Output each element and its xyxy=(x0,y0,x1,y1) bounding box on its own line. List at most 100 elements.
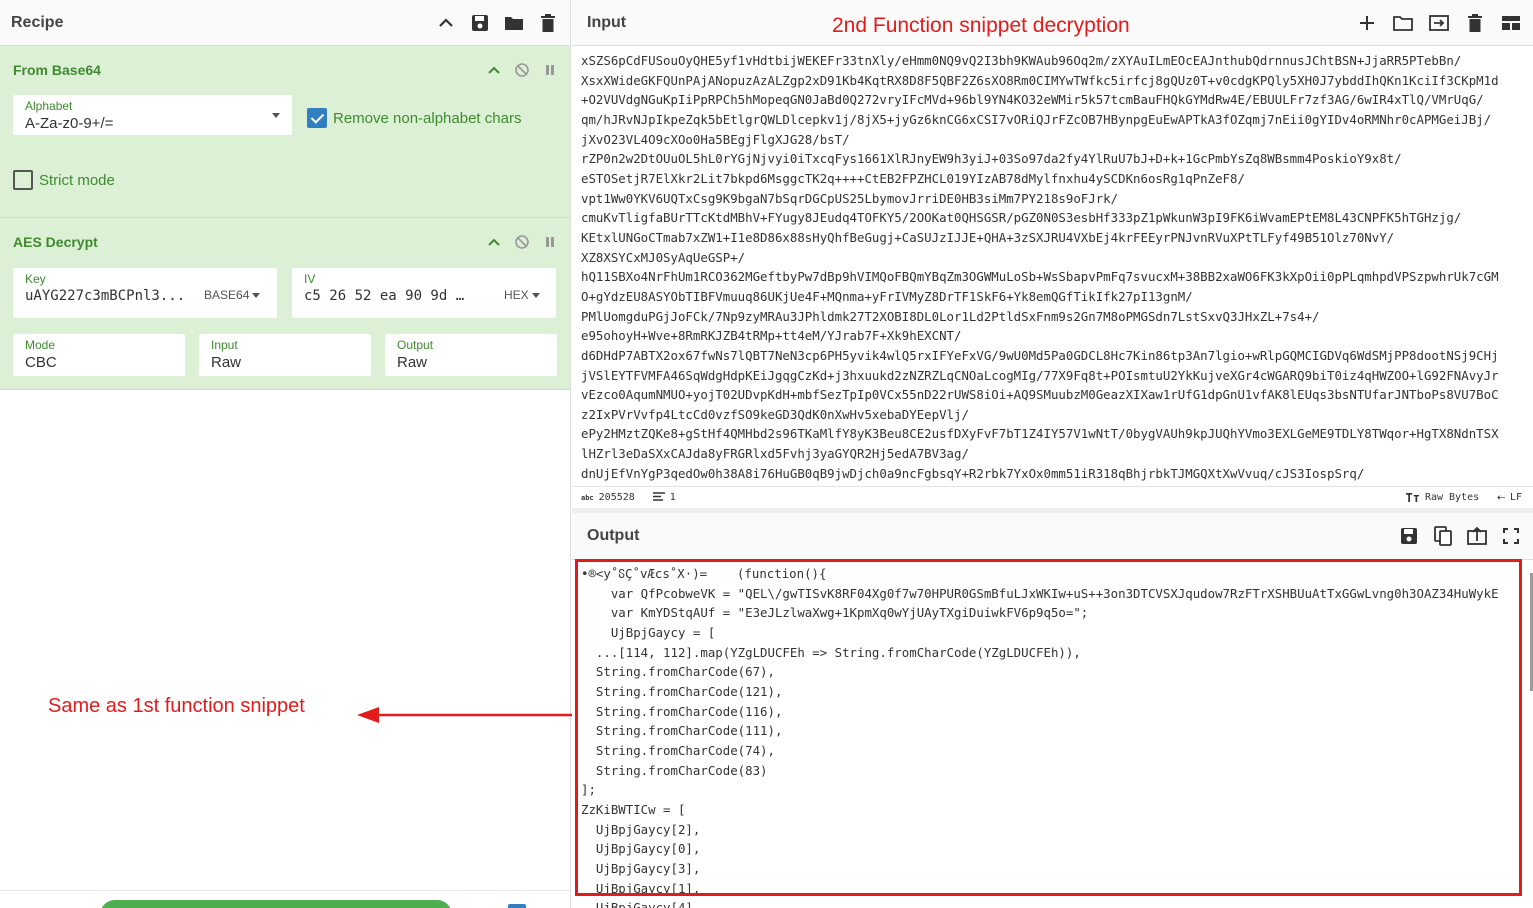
output-header: Output xyxy=(572,513,1533,560)
input-line: jVSlEYTFVMFA46SqWdgHdpKEiJgqgCzKd+j3hxuu… xyxy=(581,367,1499,383)
output-line: String.fromCharCode(111), xyxy=(581,723,783,739)
load-recipe-folder-icon[interactable] xyxy=(503,12,525,34)
output-line: UjBpjGaycy[3], xyxy=(581,860,701,876)
add-tab-plus-icon[interactable] xyxy=(1356,12,1378,34)
key-input[interactable]: Key uAYG227c3mBCPnl3... BASE64 xyxy=(13,268,277,318)
input-line: xSZS6pCdFUSouOyQHE5yf1vHdtbijWEKEFr33tnX… xyxy=(581,53,1462,68)
key-format-dropdown[interactable]: BASE64 xyxy=(204,288,261,302)
output-line: ZzKiBWTICw = [ xyxy=(581,801,686,817)
chevron-down-icon xyxy=(531,293,540,299)
strict-mode-label: Strict mode xyxy=(39,171,115,189)
output-line: String.fromCharCode(83) xyxy=(581,762,768,778)
annotation-same-as-first: Same as 1st function snippet xyxy=(48,695,305,717)
input-line: hQ11SBXo4NrFhUm1RCO362MGeftbyPw7dBp9hVIM… xyxy=(581,269,1499,285)
output-line: ]; xyxy=(581,782,596,798)
layout-icon[interactable] xyxy=(1500,12,1522,34)
input-line: O+gYdzEU8ASYObTIBFVmuuq86UKjUe4F+MQnma+y… xyxy=(581,288,1193,304)
input-line: vpt1Ww0YKV6UQTxCsg9K9bgaN7bSqrDGCpUS25Lb… xyxy=(581,190,1119,206)
bake-button[interactable] xyxy=(100,900,452,908)
lines-status: 1 xyxy=(652,491,676,504)
iv-format-dropdown[interactable]: HEX xyxy=(504,288,540,302)
output-textarea[interactable]: •®<y˚ჽÇ˚vÆcs˚X·)= (function(){ var QfPco… xyxy=(572,564,1521,908)
input-status-bar: abc 205528 1 Tт Raw Bytes ⇠ LF xyxy=(572,486,1533,508)
output-line: var KmYDStqAUf = "E3eJLzlwaXwg+1KpmXq0wY… xyxy=(581,605,1089,621)
eol-arrow-icon: ⇠ xyxy=(1497,490,1505,505)
input-line: lHZrl3eDaSXxCAJda8yFRGRlxd5Fvhj3yaGYQR2H… xyxy=(581,446,969,462)
recipe-title: Recipe xyxy=(11,13,64,31)
alphabet-select[interactable]: Alphabet A-Za-z0-9+/= xyxy=(13,95,292,135)
op-aes-decrypt[interactable]: AES Decrypt Key uAYG227c3mBCPnl3... BASE… xyxy=(0,218,570,390)
pause-op-icon[interactable] xyxy=(543,235,557,249)
annotation-second-snippet: 2nd Function snippet decryption xyxy=(832,14,1130,37)
save-recipe-icon[interactable] xyxy=(469,12,491,34)
clear-input-trash-icon[interactable] xyxy=(1464,12,1486,34)
output-line: var QfPcobweVK = "QEL\/gwTISvK8RF04Xg0f7… xyxy=(581,585,1499,601)
strict-mode-checkbox[interactable]: Strict mode xyxy=(13,170,115,190)
chevron-up-icon[interactable] xyxy=(487,235,501,249)
checkbox-checked-icon[interactable] xyxy=(307,108,327,128)
recipe-bottom-divider xyxy=(0,890,571,891)
encoding-status[interactable]: Tт Raw Bytes xyxy=(1405,491,1479,505)
op-aes-decrypt-name: AES Decrypt xyxy=(13,234,98,250)
output-line: UjBpjGaycy[2], xyxy=(581,821,701,837)
collapse-all-icon[interactable] xyxy=(435,12,457,34)
alphabet-label: Alphabet xyxy=(25,99,73,113)
output-line: String.fromCharCode(74), xyxy=(581,742,775,758)
input-format-select[interactable]: Input Raw xyxy=(199,334,371,376)
encoding-value: Raw Bytes xyxy=(1424,492,1480,503)
input-line: jXvO23VL4O9cXOo0Ha5BEgjFlgXJG28/bsT/ xyxy=(581,131,850,147)
input-textarea[interactable]: xSZS6pCdFUSouOyQHE5yf1vHdtbijWEKEFr33tnX… xyxy=(572,48,1533,484)
key-value: uAYG227c3mBCPnl3... xyxy=(25,288,185,304)
output-format-select[interactable]: Output Raw xyxy=(385,334,557,376)
copy-output-icon[interactable] xyxy=(1432,525,1454,547)
input-line: ePy2HMztZQKe8+gStHf4QMHbd2s96TKaMlfY8yK3… xyxy=(581,426,1499,442)
mode-select[interactable]: Mode CBC xyxy=(13,334,185,376)
chevron-up-icon[interactable] xyxy=(487,63,501,77)
output-pane: Output •®<y˚ჽÇ˚vÆcs˚X·)= (function(){ va… xyxy=(572,513,1533,908)
input-line: cmuKvTligfaBUrTTcKtdMBhV+FYugy8JEudq4TOF… xyxy=(581,210,1462,226)
length-value: 205528 xyxy=(598,492,635,503)
replace-input-icon[interactable] xyxy=(1466,525,1488,547)
output-line: UjBpjGaycy[0], xyxy=(581,841,701,857)
disable-op-icon[interactable] xyxy=(515,235,529,249)
open-folder-icon[interactable] xyxy=(1392,12,1414,34)
input-format-label: Input xyxy=(211,338,238,352)
input-line: vEzco0AqumNMUO+yojT02UDvpKdH+mbfSezTpIp0… xyxy=(581,387,1499,403)
input-line: qm/hJRvNJpIkpeZqk5bEtlgrQWLDlcepkv1j/8jX… xyxy=(581,111,1492,127)
iv-format-value: HEX xyxy=(504,288,529,302)
save-output-icon[interactable] xyxy=(1398,525,1420,547)
length-status: abc 205528 xyxy=(581,492,635,503)
pause-op-icon[interactable] xyxy=(543,63,557,77)
chevron-down-icon xyxy=(252,293,261,299)
output-line: UjBpjGaycy[4] xyxy=(581,900,693,908)
output-line: UjBpjGaycy = [ xyxy=(581,624,716,640)
input-line: +O2VUVdgNGuKpIiPpRPCh5hMopeqGN0JaBd0Q272… xyxy=(581,92,1484,108)
auto-bake-checkbox[interactable] xyxy=(508,904,526,908)
input-line: e95ohoyH+Wve+8RmRKJZB4tRMp+tt4eM/YJrab7F… xyxy=(581,328,962,344)
disable-op-icon[interactable] xyxy=(515,63,529,77)
mode-label: Mode xyxy=(25,338,56,352)
maximise-output-icon[interactable] xyxy=(1500,525,1522,547)
chevron-down-icon xyxy=(272,113,280,118)
checkbox-unchecked-icon[interactable] xyxy=(13,170,33,190)
clear-recipe-trash-icon[interactable] xyxy=(537,12,559,34)
eol-status[interactable]: ⇠ LF xyxy=(1497,490,1522,505)
output-line: ...[114, 112].map(YZgLDUCFEh => String.f… xyxy=(581,644,1081,660)
input-format-value: Raw xyxy=(211,354,242,371)
output-line: UjBpjGaycy[1], xyxy=(581,880,701,896)
op-from-base64[interactable]: From Base64 Alphabet A-Za-z0-9+/= Remove… xyxy=(0,46,570,218)
lines-value: 1 xyxy=(669,492,676,503)
input-line: d6DHdP7ABTX2ox67fwNs7lQBT7NeN3cp6PH5yvik… xyxy=(581,347,1499,363)
iv-input[interactable]: IV c5 26 52 ea 90 9d … HEX xyxy=(292,268,556,318)
remove-non-alphabet-checkbox[interactable]: Remove non-alphabet chars xyxy=(307,108,521,128)
length-abc-icon: abc xyxy=(581,493,594,502)
open-file-icon[interactable] xyxy=(1428,12,1450,34)
input-pane: Input 2nd Function snippet decryption xS… xyxy=(572,0,1533,508)
output-title: Output xyxy=(587,527,640,544)
cyberchef-app: Recipe From Base64 Alphabet A-Za-z0-9+/=… xyxy=(0,0,1533,908)
text-encoding-icon: Tт xyxy=(1405,490,1420,505)
iv-value: c5 26 52 ea 90 9d … xyxy=(304,288,465,304)
key-format-value: BASE64 xyxy=(204,288,250,302)
input-line: z2IxPVrVvfp4LtcCd0vzfSO9keGD3QdK0nXwHv5x… xyxy=(581,406,969,422)
recipe-header: Recipe xyxy=(0,0,570,46)
